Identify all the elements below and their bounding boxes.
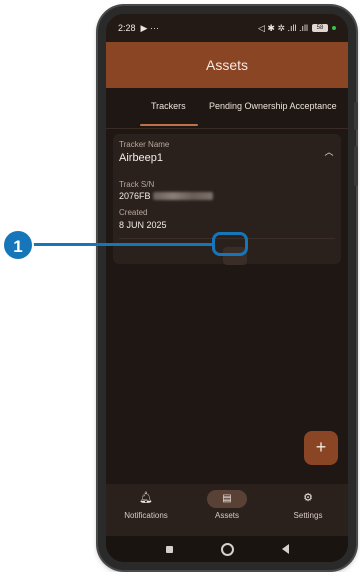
nav-assets-label: Assets [214,511,239,520]
phone-screen: 2:28 ▶ ··· ◁ ✱ ✲ .ıll .ıll 58 Assets Tra… [106,14,348,562]
tracker-name-value: Airbeep1 [119,152,164,164]
power-button [354,146,358,186]
app-bar: Assets [106,42,348,88]
battery-icon: 58 [312,24,328,32]
indicator-dot-icon [332,26,336,30]
status-bar: 2:28 ▶ ··· ◁ ✱ ✲ .ıll .ıll 58 [106,14,348,42]
system-navigation-bar [106,536,348,562]
add-tracker-button[interactable]: + [304,431,338,465]
recents-icon[interactable] [165,545,173,553]
status-time: 2:28 [118,23,136,33]
callout-number-badge: 1 [2,229,34,261]
volume-button [354,102,358,130]
status-left-icons: ▶ ··· [140,22,159,33]
created-value: 8 JUN 2025 [119,220,167,230]
nav-notifications-label: Notifications [124,511,168,520]
archive-box-icon: ▤ [207,490,247,508]
serial-label: Track S/N [119,180,155,189]
back-icon[interactable] [281,544,289,554]
tab-bar: Trackers Pending Ownership Acceptance [106,88,348,129]
tab-trackers[interactable]: Trackers [151,101,186,111]
home-icon[interactable] [220,542,234,556]
created-label: Created [119,208,148,217]
bottom-navigation: 🔔︎ Notifications ▤ Assets ⚙ Settings [106,484,348,536]
nav-settings[interactable]: ⚙ Settings [268,490,348,520]
chevron-up-icon[interactable]: ︿ [323,146,335,158]
redacted-serial [153,192,213,200]
status-right-icons: ◁ ✱ ✲ .ıll .ıll [257,22,308,33]
gear-icon: ⚙ [303,492,313,504]
page-title: Assets [205,57,248,73]
nav-settings-label: Settings [293,511,323,520]
active-tab-indicator [140,124,198,126]
bell-icon: 🔔︎ [139,492,153,504]
nav-assets[interactable]: ▤ Assets [187,490,267,520]
serial-value: 2076FB [119,191,151,201]
tracker-name-label: Tracker Name [119,140,170,149]
nav-notifications[interactable]: 🔔︎ Notifications [106,490,186,520]
callout-highlight-box [212,232,248,256]
tab-pending-ownership[interactable]: Pending Ownership Acceptance [209,101,337,111]
callout-line [33,243,212,246]
